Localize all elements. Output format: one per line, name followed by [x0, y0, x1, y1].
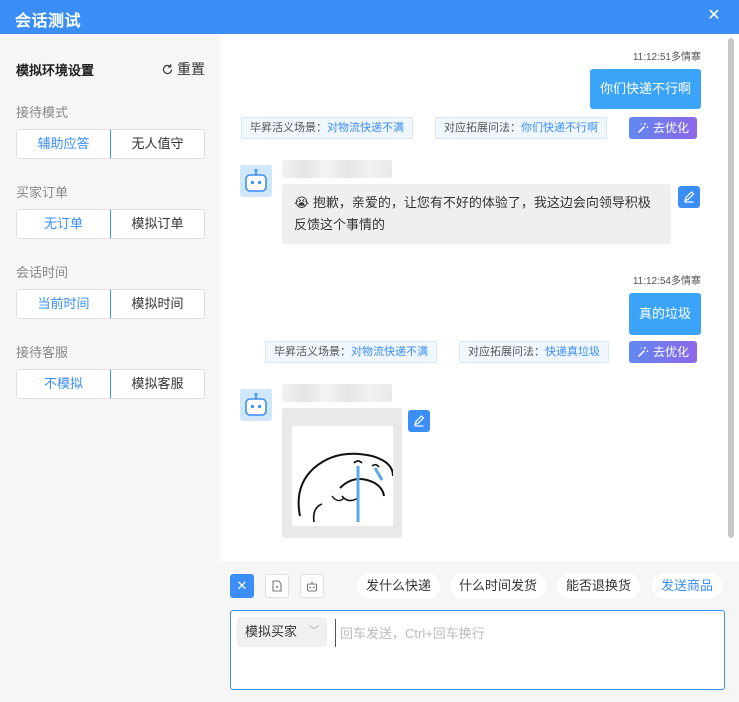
option-no-order[interactable]: 无订单 [17, 210, 111, 238]
composer-area: 模拟买家 ﹀ [220, 610, 739, 702]
magic-wand-icon [637, 347, 649, 358]
message-timestamp: 11:12:51多情寨 [632, 52, 701, 63]
sticker-image-message[interactable] [282, 408, 402, 538]
message-input[interactable] [335, 619, 715, 647]
pencil-icon [684, 191, 695, 203]
send-product-chip[interactable]: 发送商品 [652, 573, 723, 599]
robot-icon [245, 393, 267, 416]
bot-name-blurred [282, 384, 392, 402]
message-composer[interactable]: 模拟买家 ﹀ [230, 610, 725, 690]
scene-tag: 毕昇活义场景：对物流快递不满 [241, 117, 413, 139]
tag-button[interactable] [265, 574, 289, 598]
group-label-reception-mode: 接待模式 [16, 105, 69, 120]
magic-wand-icon [637, 123, 649, 134]
robot-icon [306, 581, 318, 592]
chat-area[interactable]: 11:12:51多情寨 你们快递不行啊 毕昇活义场景：对物流快递不满 对应拓展问… [220, 34, 739, 561]
option-simulated-order[interactable]: 模拟订单 [111, 210, 204, 238]
session-time-toggle: 当前时间 模拟时间 [16, 289, 205, 319]
quick-reply-chip[interactable]: 能否退换货 [557, 573, 641, 599]
expanded-question-label: 对应拓展问法： [444, 122, 521, 134]
scene-tag-label: 毕昇活义场景： [250, 122, 327, 134]
settings-heading: 模拟环境设置 [16, 63, 95, 78]
buyer-message: 你们快递不行啊 [589, 69, 701, 109]
quick-toolbar: ✕ 发什么快递 什么时间发货 能否退换货 发送商品 [220, 561, 739, 610]
option-current-time[interactable]: 当前时间 [17, 290, 111, 318]
optimize-label: 去优化 [653, 121, 690, 135]
quick-reply-chip[interactable]: 什么时间发货 [450, 573, 547, 599]
option-unattended[interactable]: 无人值守 [111, 130, 204, 158]
robot-tool-button[interactable] [300, 574, 324, 598]
service-agent-toggle: 不模拟 模拟客服 [16, 369, 205, 399]
edit-reply-button[interactable] [678, 186, 700, 208]
reset-button[interactable]: 重置 [161, 59, 205, 79]
option-assist-reply[interactable]: 辅助应答 [17, 130, 111, 158]
group-label-buyer-order: 买家订单 [16, 185, 69, 200]
robot-icon [245, 169, 267, 192]
close-quick-button[interactable]: ✕ [230, 574, 254, 598]
optimize-button[interactable]: 去优化 [629, 117, 698, 139]
expanded-question-tag: 对应拓展问法：快递真垃圾 [459, 341, 609, 363]
expanded-question-value[interactable]: 快递真垃圾 [545, 346, 600, 358]
window-titlebar: 会话测试 ✕ [0, 0, 739, 34]
bot-avatar [240, 165, 272, 197]
refresh-icon [162, 63, 173, 74]
bot-name-blurred [282, 160, 392, 178]
crying-sticker-image [292, 426, 393, 526]
scene-tag: 毕昇活义场景：对物流快递不满 [265, 341, 437, 363]
chevron-down-icon: ﹀ [309, 626, 319, 637]
optimize-label: 去优化 [653, 345, 690, 359]
option-no-simulation[interactable]: 不模拟 [17, 370, 111, 398]
bot-avatar [240, 389, 272, 421]
tag-icon [272, 580, 282, 592]
pencil-icon [414, 415, 425, 427]
expanded-question-tag: 对应拓展问法：你们快递不行啊 [435, 117, 607, 139]
expanded-question-label: 对应拓展问法： [468, 346, 545, 358]
bot-reply: 😭 抱歉，亲爱的，让您有不好的体验了，我这边会向领导积极反馈这个事情的 [282, 184, 671, 244]
chat-scrollbar[interactable] [728, 38, 734, 538]
close-icon: ✕ [236, 578, 248, 593]
group-label-session-time: 会话时间 [16, 265, 69, 280]
message-timestamp: 11:12:54多情寨 [632, 276, 701, 287]
reset-label: 重置 [177, 61, 205, 77]
expanded-question-value[interactable]: 你们快递不行啊 [521, 122, 598, 134]
reception-mode-toggle: 辅助应答 无人值守 [16, 129, 205, 159]
buyer-order-toggle: 无订单 模拟订单 [16, 209, 205, 239]
window-title: 会话测试 [15, 13, 82, 30]
scene-tag-value[interactable]: 对物流快递不满 [351, 346, 428, 358]
scene-tag-value[interactable]: 对物流快递不满 [327, 122, 404, 134]
settings-sidebar: 模拟环境设置 重置 接待模式 辅助应答 无人值守 买家订单 无订单 模拟订单 会… [0, 34, 220, 702]
group-label-service-agent: 接待客服 [16, 345, 69, 360]
role-select-value: 模拟买家 [245, 624, 298, 639]
option-simulated-agent[interactable]: 模拟客服 [111, 370, 204, 398]
buyer-role-select[interactable]: 模拟买家 ﹀ [237, 617, 327, 647]
crying-emoji: 😭 [294, 195, 310, 210]
buyer-message: 真的垃圾 [628, 293, 701, 335]
bot-reply-text: 抱歉，亲爱的，让您有不好的体验了，我这边会向领导积极反馈这个事情的 [294, 195, 651, 232]
option-simulated-time[interactable]: 模拟时间 [111, 290, 204, 318]
edit-reply-button[interactable] [408, 410, 430, 432]
scene-tag-label: 毕昇活义场景： [274, 346, 351, 358]
quick-reply-chip[interactable]: 发什么快递 [357, 573, 441, 599]
close-icon[interactable]: ✕ [705, 6, 723, 26]
optimize-button[interactable]: 去优化 [629, 341, 698, 363]
